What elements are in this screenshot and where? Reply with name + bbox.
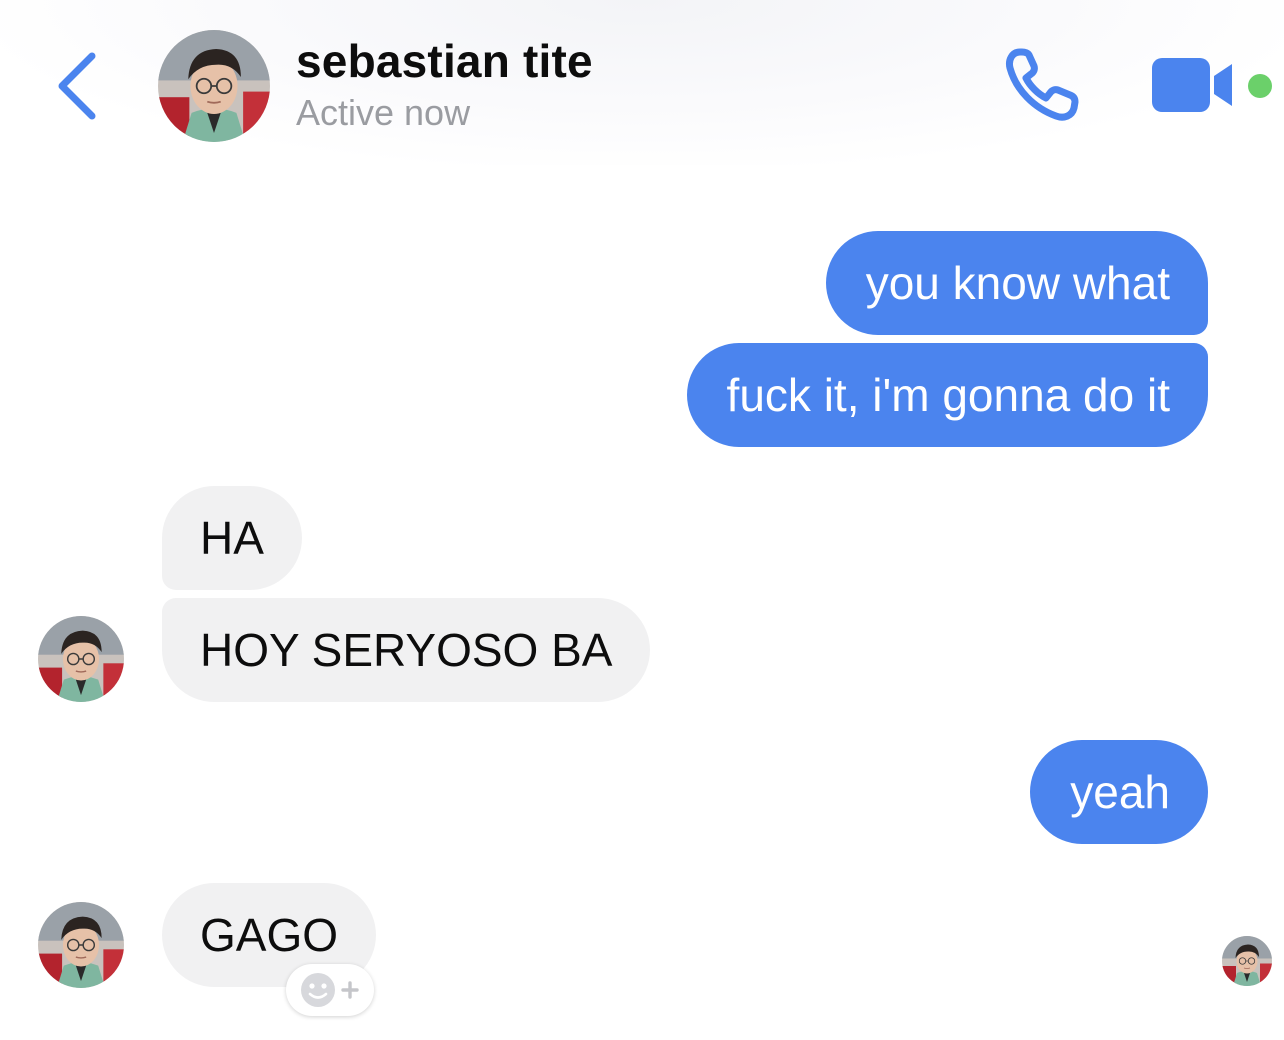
message-bubble-incoming[interactable]: HOY SERYOSO BA (162, 598, 651, 702)
chat-header: sebastian tite Active now (0, 0, 1284, 165)
sender-avatar[interactable] (38, 616, 124, 702)
contact-name[interactable]: sebastian tite (296, 34, 593, 88)
active-status: Active now (296, 92, 471, 133)
voice-call-button[interactable] (1000, 46, 1086, 126)
video-camera-icon (1152, 58, 1232, 112)
chevron-left-icon (58, 52, 96, 120)
phone-icon (1006, 48, 1079, 121)
add-reaction-button[interactable] (286, 964, 374, 1016)
message-bubble-incoming[interactable]: HA (162, 486, 302, 590)
add-reaction-icon (301, 973, 359, 1007)
online-indicator (1248, 74, 1272, 98)
video-call-button[interactable] (1148, 56, 1238, 116)
back-button[interactable] (48, 48, 108, 124)
message-bubble-outgoing[interactable]: fuck it, i'm gonna do it (686, 343, 1208, 447)
contact-avatar[interactable] (158, 30, 270, 142)
message-bubble-outgoing[interactable]: you know what (825, 231, 1208, 335)
sender-avatar[interactable] (38, 902, 124, 988)
message-bubble-outgoing[interactable]: yeah (1030, 740, 1208, 844)
seen-avatar (1222, 936, 1272, 986)
